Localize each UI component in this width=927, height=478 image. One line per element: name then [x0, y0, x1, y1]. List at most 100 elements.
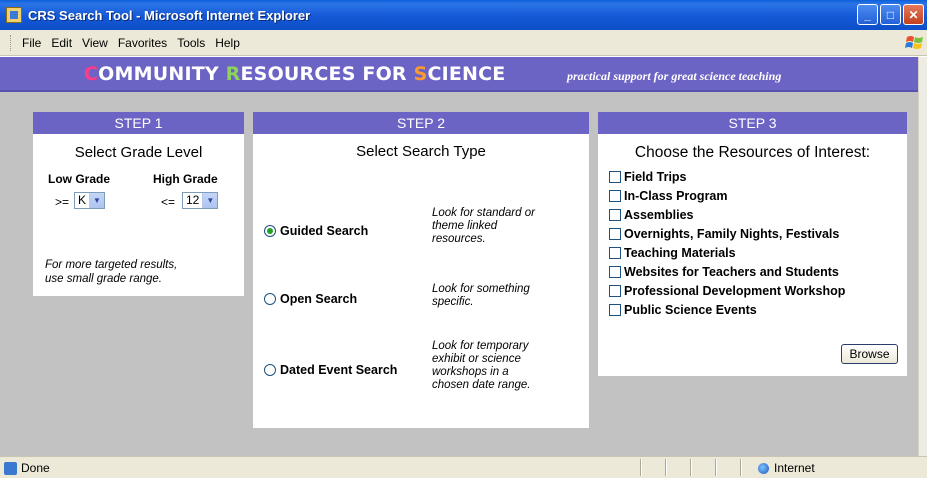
title-letter-c: C	[84, 63, 99, 85]
window-title: CRS Search Tool - Microsoft Internet Exp…	[28, 7, 311, 23]
status-left: Done	[4, 461, 50, 475]
dated-event-search-desc: Look for temporary exhibit or science wo…	[432, 340, 572, 392]
desc-line: theme linked	[432, 220, 498, 232]
step3-panel: STEP 3 Choose the Resources of Interest:…	[598, 112, 907, 376]
resource-overnights[interactable]: Overnights, Family Nights, Festivals	[609, 227, 839, 241]
resource-websites[interactable]: Websites for Teachers and Students	[609, 265, 839, 279]
checkbox[interactable]	[609, 247, 621, 259]
security-zone: Internet	[758, 461, 815, 475]
close-button[interactable]: ✕	[903, 4, 924, 25]
checkbox[interactable]	[609, 304, 621, 316]
open-search-label: Open Search	[280, 292, 358, 306]
maximize-button[interactable]: □	[880, 4, 901, 25]
desc-line: resources.	[432, 233, 486, 245]
checkbox[interactable]	[609, 266, 621, 278]
checkbox[interactable]	[609, 190, 621, 202]
desc-line: specific.	[432, 296, 474, 308]
dated-event-search-label: Dated Event Search	[280, 363, 398, 377]
site-tagline: practical support for great science teac…	[567, 69, 782, 83]
menu-favorites[interactable]: Favorites	[113, 34, 172, 52]
step3-header: STEP 3	[598, 112, 907, 134]
menu-tools[interactable]: Tools	[172, 34, 210, 52]
step3-title: Choose the Resources of Interest:	[634, 144, 871, 161]
ie-page-icon	[6, 7, 22, 23]
guided-search-radio[interactable]	[264, 225, 276, 237]
resource-field-trips[interactable]: Field Trips	[609, 170, 687, 184]
checkbox[interactable]	[609, 209, 621, 221]
desc-line: exhibit or science	[432, 353, 521, 365]
chevron-down-icon: ▼	[89, 193, 105, 208]
high-grade-operator: <=	[161, 195, 176, 209]
minimize-icon: _	[864, 7, 871, 22]
resource-label: Field Trips	[624, 170, 687, 184]
dated-event-search-radio[interactable]	[264, 364, 276, 376]
title-letter-r: R	[225, 63, 241, 85]
low-grade-label: Low Grade	[48, 172, 111, 186]
high-grade-value: 12	[186, 193, 200, 207]
high-grade-label: High Grade	[153, 172, 218, 186]
high-grade-select[interactable]: 12 ▼	[182, 192, 219, 209]
step1-header: STEP 1	[33, 112, 244, 134]
menu-bar: File Edit View Favorites Tools Help	[0, 30, 927, 56]
minimize-button[interactable]: _	[857, 4, 878, 25]
site-banner: COMMUNITY RESOURCES FOR SCIENCE practica…	[0, 57, 918, 92]
maximize-icon: □	[886, 7, 895, 22]
desc-line: Look for something	[432, 283, 530, 295]
resource-public-science-events[interactable]: Public Science Events	[609, 303, 757, 317]
desc-line: chosen date range.	[432, 379, 531, 391]
open-search-desc: Look for something specific.	[432, 283, 572, 309]
toolbar-grip	[10, 34, 13, 51]
vertical-scrollbar[interactable]	[918, 57, 927, 456]
title-part-esources: ESOURCES FOR	[240, 63, 414, 85]
status-bar: Done Internet	[0, 456, 927, 478]
checkbox[interactable]	[609, 171, 621, 183]
resource-label: Public Science Events	[624, 303, 757, 317]
step1-panel: STEP 1 Select Grade Level Low Grade High…	[33, 112, 244, 296]
menu-view[interactable]: View	[77, 34, 113, 52]
title-part-cience: CIENCE	[427, 63, 506, 85]
resource-in-class-program[interactable]: In-Class Program	[609, 189, 728, 203]
status-divider	[690, 459, 692, 476]
resource-label: Overnights, Family Nights, Festivals	[624, 227, 840, 241]
browse-button[interactable]: Browse	[841, 344, 898, 364]
step2-panel: STEP 2 Select Search Type Guided Search …	[253, 112, 589, 428]
title-part-ommunity: OMMUNITY	[98, 63, 226, 85]
open-search-option[interactable]: Open Search	[264, 292, 357, 306]
checkbox[interactable]	[609, 285, 621, 297]
open-search-radio[interactable]	[264, 293, 276, 305]
dated-event-search-option[interactable]: Dated Event Search	[264, 363, 397, 377]
window-title-bar[interactable]: CRS Search Tool - Microsoft Internet Exp…	[0, 0, 927, 30]
resource-label: Assemblies	[624, 208, 694, 222]
resource-label: Websites for Teachers and Students	[624, 265, 839, 279]
windows-flag-icon	[905, 36, 923, 49]
status-text: Done	[21, 461, 50, 475]
menu-help[interactable]: Help	[210, 34, 245, 52]
resource-label: In-Class Program	[624, 189, 728, 203]
step2-title: Select Search Type	[356, 143, 486, 160]
resource-label: Teaching Materials	[624, 246, 736, 260]
guided-search-desc: Look for standard or theme linked resour…	[432, 207, 572, 246]
menu-edit[interactable]: Edit	[46, 34, 77, 52]
resource-assemblies[interactable]: Assemblies	[609, 208, 693, 222]
status-divider	[665, 459, 667, 476]
page-content: STEP 1 Select Grade Level Low Grade High…	[0, 92, 918, 456]
desc-line: Look for standard or	[432, 207, 535, 219]
grade-hint: For more targeted results, use small gra…	[45, 258, 177, 286]
step2-header: STEP 2	[253, 112, 589, 134]
step1-title: Select Grade Level	[74, 144, 203, 161]
globe-icon	[758, 462, 769, 474]
guided-search-option[interactable]: Guided Search	[264, 224, 368, 238]
grade-hint-line: For more targeted results,	[45, 259, 178, 271]
resource-label: Professional Development Workshop	[624, 284, 846, 298]
low-grade-select[interactable]: K ▼	[74, 192, 106, 209]
menu-file[interactable]: File	[17, 34, 46, 52]
low-grade-operator: >=	[55, 195, 70, 209]
status-divider	[715, 459, 717, 476]
desc-line: workshops in a	[432, 366, 509, 378]
checkbox[interactable]	[609, 228, 621, 240]
window-controls: _ □ ✕	[857, 4, 924, 25]
resource-teaching-materials[interactable]: Teaching Materials	[609, 246, 736, 260]
status-divider	[640, 459, 642, 476]
resource-professional-development[interactable]: Professional Development Workshop	[609, 284, 845, 298]
page-done-icon	[4, 461, 17, 475]
